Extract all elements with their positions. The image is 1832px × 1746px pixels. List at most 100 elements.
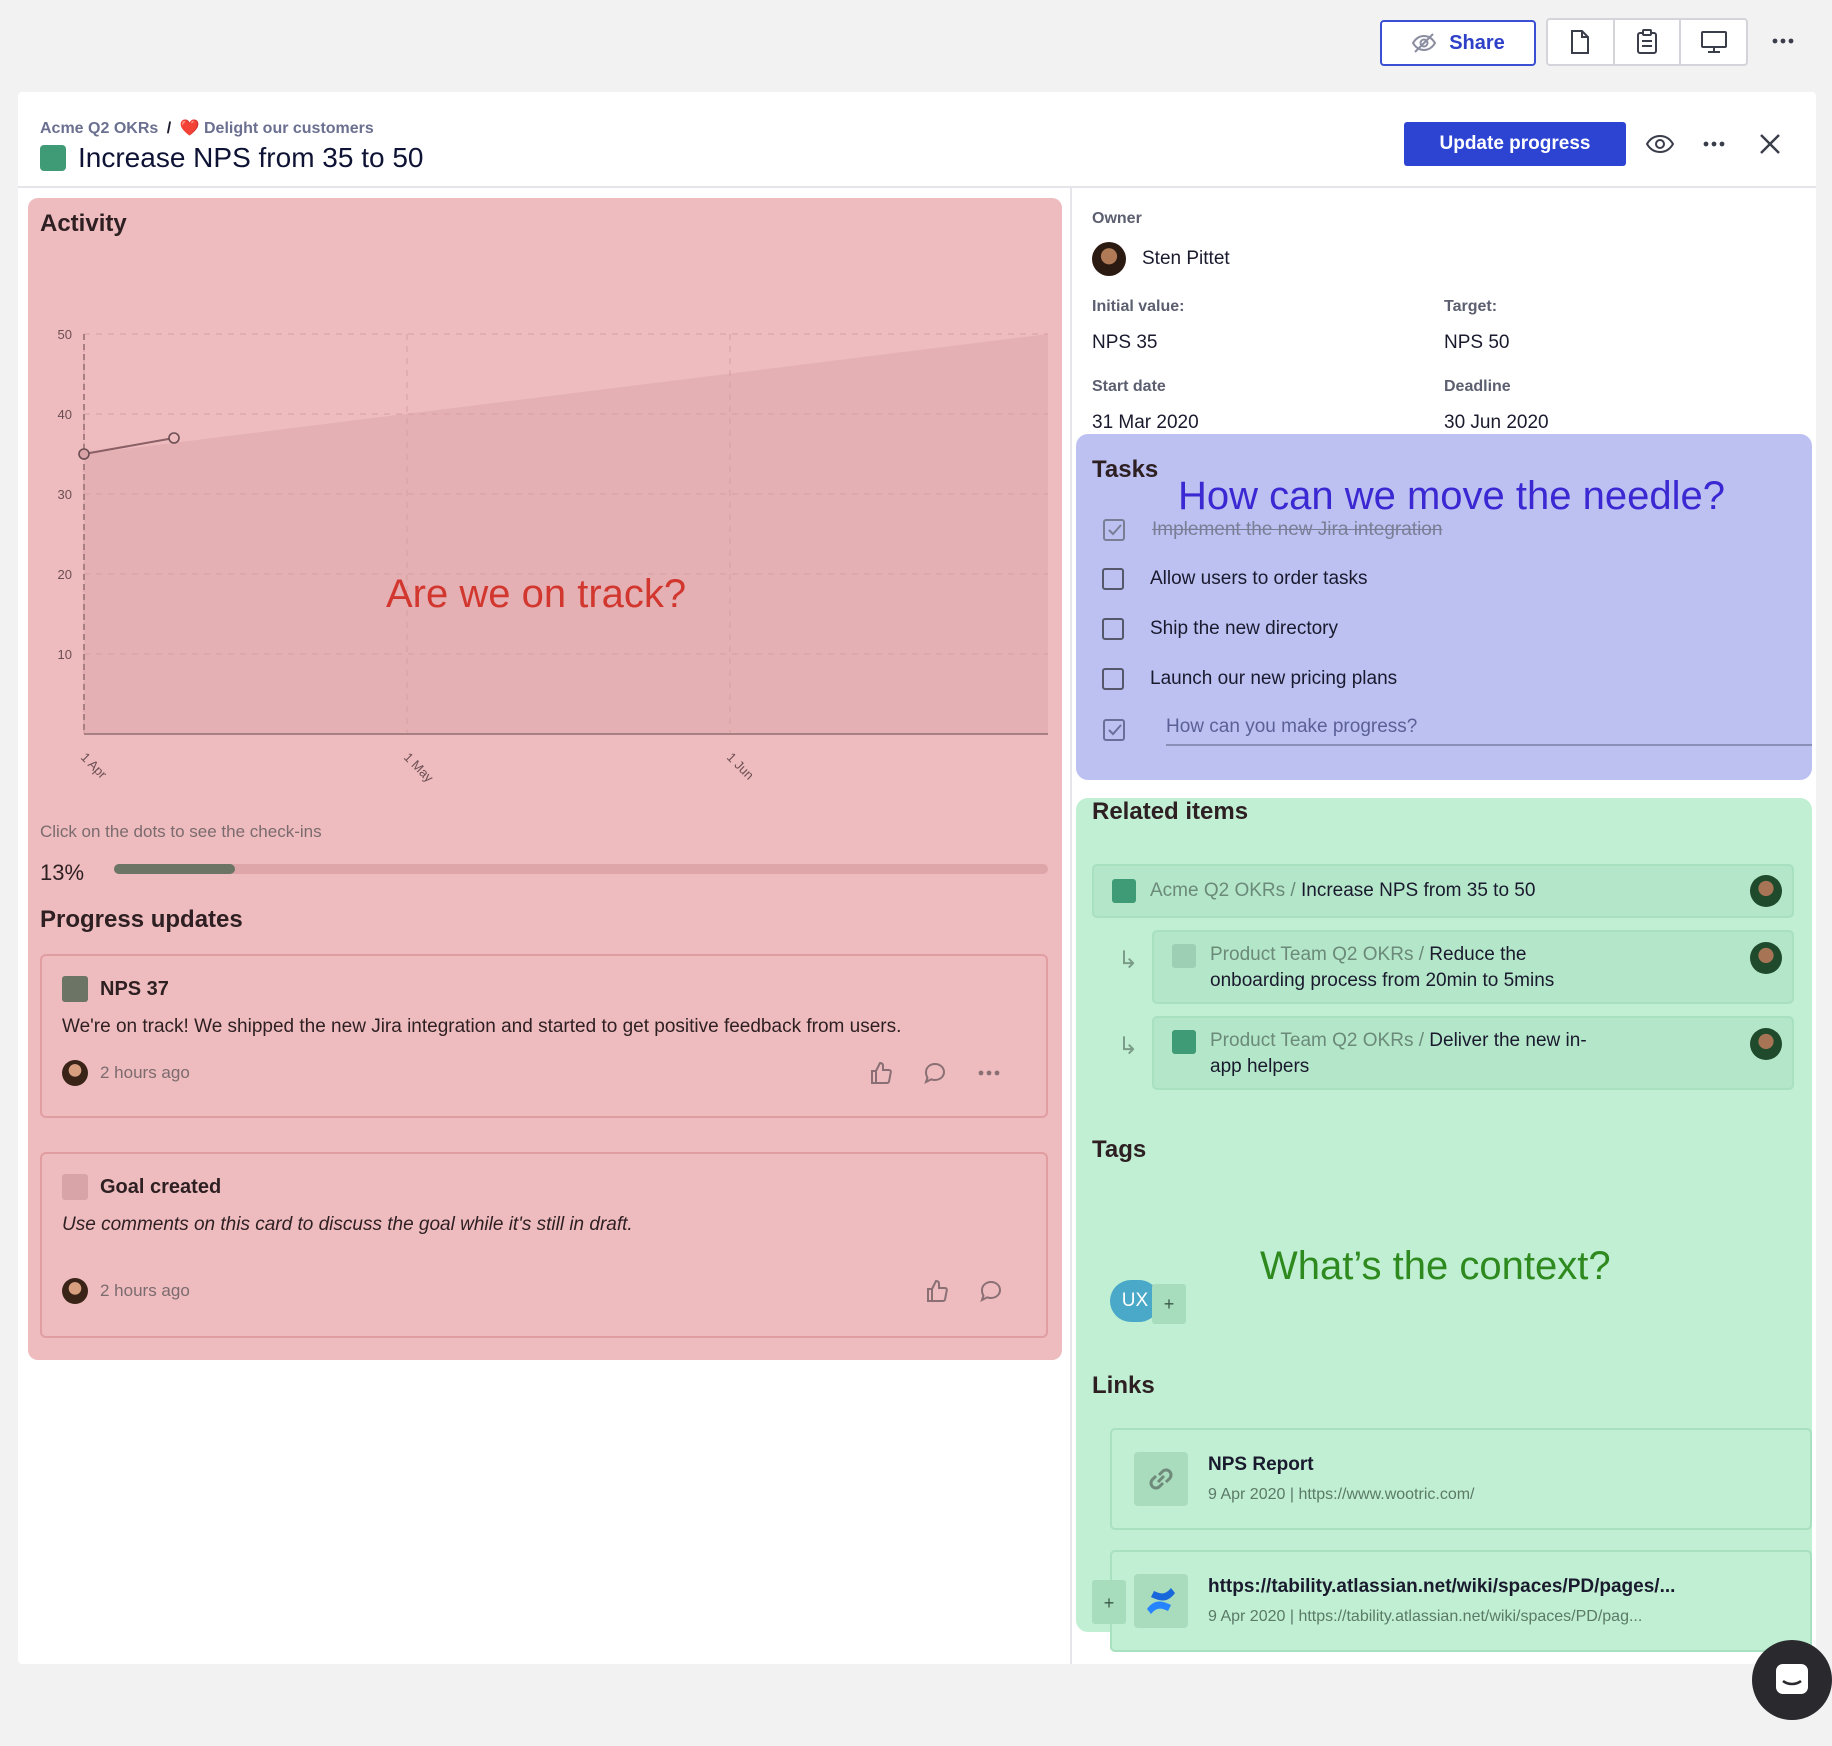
close-button[interactable] [1750,124,1790,164]
card-header: Acme Q2 OKRs / ❤️ Delight our customers … [18,92,1816,188]
clipboard-icon [1637,29,1657,54]
owner-name[interactable]: Sten Pittet [1142,248,1230,270]
target-label: Target: [1444,298,1498,315]
comment-icon [980,1280,1002,1303]
update-body: We're on track! We shipped the new Jira … [62,1016,902,1037]
more-horizontal-icon [978,1070,1000,1076]
top-more-button[interactable] [1766,24,1800,58]
related-item[interactable]: Acme Q2 OKRs / Increase NPS from 35 to 5… [1092,864,1794,918]
related-items-heading: Related items [1092,798,1249,825]
link-card[interactable]: https://tability.atlassian.net/wiki/spac… [1110,1550,1812,1652]
start-date-value: 31 Mar 2020 [1092,412,1199,433]
activity-chart: 50 40 30 20 10 1 Apr 1 May 1 Jun [58,327,1048,786]
owner-avatar[interactable] [1092,242,1126,276]
y-tick-label: 50 [58,327,72,342]
checked-checkbox-icon[interactable] [1102,518,1126,542]
child-arrow-icon: ↳ [1118,1033,1139,1060]
link-title: NPS Report [1208,1454,1314,1475]
add-tag-button[interactable]: + [1152,1284,1186,1324]
link-chain-icon [1149,1468,1173,1490]
progress-update-card: Goal created Use comments on this card t… [40,1152,1048,1338]
related-status-square [1172,1030,1196,1054]
close-icon [1760,134,1780,154]
checkbox[interactable] [1102,668,1124,690]
share-label: Share [1449,31,1505,54]
more-horizontal-icon [1772,38,1794,44]
checkbox[interactable] [1102,618,1124,640]
update-header: Goal created [62,1174,221,1200]
update-more-button[interactable] [974,1058,1004,1088]
related-item[interactable]: Product Team Q2 OKRs / Deliver the new i… [1152,1016,1794,1090]
header-more-button[interactable] [1694,124,1734,164]
overlay-question-context: What’s the context? [1260,1244,1611,1288]
y-tick-label: 10 [58,647,72,662]
progress-bar-fill [114,864,236,874]
thumbs-up-icon [871,1061,892,1084]
update-header: NPS 37 [62,976,169,1002]
comment-button[interactable] [920,1058,950,1088]
link-icon-box [1134,1574,1188,1628]
share-button[interactable]: Share [1380,20,1536,66]
avatar[interactable] [62,1278,88,1304]
related-prefix: Acme Q2 OKRs / [1150,880,1296,901]
task-label: Ship the new directory [1150,618,1338,639]
document-icon [1571,30,1590,54]
comment-button[interactable] [976,1276,1006,1306]
target-area [84,334,1048,734]
breadcrumb-root[interactable]: Acme Q2 OKRs [40,120,158,137]
x-tick-label: 1 Apr [78,750,111,783]
view-button-group [1546,18,1748,66]
update-title: NPS 37 [100,977,169,1000]
x-tick-label: 1 May [401,750,437,786]
related-title: Increase NPS from 35 to 50 [1300,880,1536,901]
progress-bar [114,864,1048,874]
new-task-input[interactable]: How can you make progress? [1166,716,1812,746]
watch-button[interactable] [1640,124,1680,164]
update-progress-button[interactable]: Update progress [1404,122,1626,166]
update-title: Goal created [100,1175,222,1198]
links-heading: Links [1092,1372,1155,1399]
like-button[interactable] [866,1058,896,1088]
progress-update-card: NPS 37 We're on track! We shipped the ne… [40,954,1048,1118]
start-date-label: Start date [1092,378,1166,395]
eye-icon [1645,134,1675,154]
task-item[interactable]: Launch our new pricing plans [1102,668,1397,690]
related-status-square [1112,879,1136,903]
breadcrumb-goal[interactable]: Delight our customers [204,120,374,137]
document-view-button[interactable] [1548,20,1615,64]
related-prefix: Product Team Q2 OKRs / [1210,1030,1425,1051]
related-item-text: Product Team Q2 OKRs / Reduce the onboar… [1210,942,1554,994]
avatar[interactable] [1750,1028,1782,1060]
related-item[interactable]: Product Team Q2 OKRs / Reduce the onboar… [1152,930,1794,1004]
title-row: Increase NPS from 35 to 50 [40,142,424,174]
y-tick-label: 20 [58,567,72,582]
chat-launcher-button[interactable] [1752,1640,1832,1720]
avatar[interactable] [1750,942,1782,974]
avatar[interactable] [62,1060,88,1086]
link-meta: 9 Apr 2020 | https://www.wootric.com/ [1208,1486,1475,1503]
breadcrumb-separator: / [166,120,172,137]
clipboard-view-button[interactable] [1615,20,1682,64]
page-title: Increase NPS from 35 to 50 [78,142,424,173]
task-label: Implement the new Jira integration [1152,519,1443,540]
avatar[interactable] [1750,875,1782,907]
related-title: Deliver the new in- [1429,1030,1587,1051]
add-link-button[interactable]: + [1092,1582,1126,1624]
monitor-icon [1700,31,1727,53]
task-item[interactable]: Ship the new directory [1102,618,1338,640]
like-button[interactable] [922,1276,952,1306]
task-item[interactable]: Allow users to order tasks [1102,568,1368,590]
update-body: Use comments on this card to discuss the… [62,1214,633,1235]
present-view-button[interactable] [1681,20,1746,64]
link-meta: 9 Apr 2020 | https://tability.atlassian.… [1208,1608,1643,1625]
owner-label: Owner [1092,210,1142,227]
task-item[interactable]: Implement the new Jira integration [1102,518,1442,542]
related-status-square [1172,944,1196,968]
related-title-cont: app helpers [1210,1056,1310,1077]
link-card[interactable]: NPS Report 9 Apr 2020 | https://www.woot… [1110,1428,1812,1530]
initial-value-label: Initial value: [1092,298,1185,315]
update-status-square [62,976,88,1002]
checkbox[interactable] [1102,568,1124,590]
related-item-text: Product Team Q2 OKRs / Deliver the new i… [1210,1028,1587,1080]
initial-value: NPS 35 [1092,332,1158,353]
